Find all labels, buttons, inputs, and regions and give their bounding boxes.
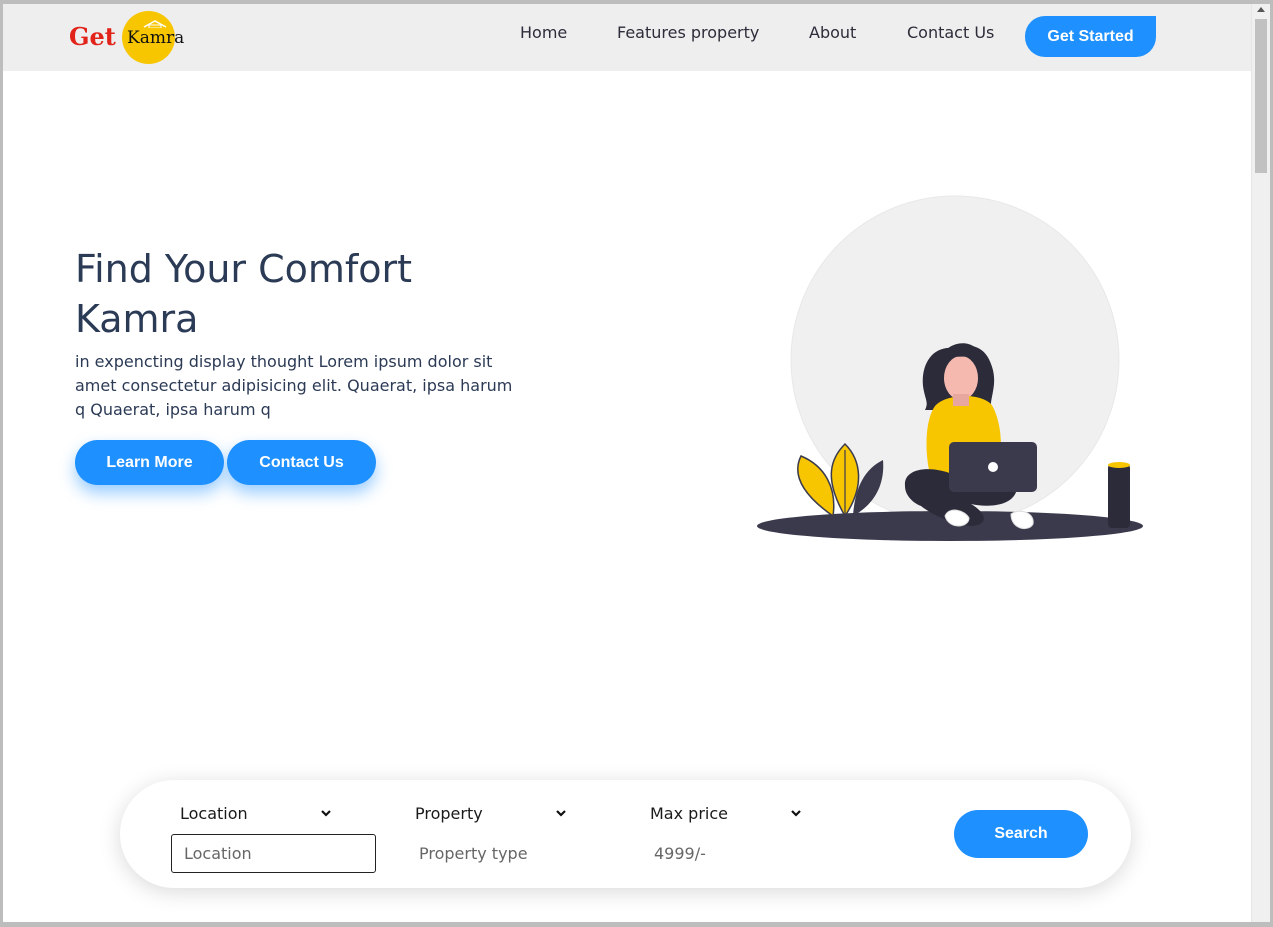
chevron-down-icon[interactable] (320, 808, 332, 818)
nav-features-property[interactable]: Features property (617, 23, 759, 42)
property-select[interactable]: Property (415, 804, 483, 823)
nav-contact-us[interactable]: Contact Us (907, 23, 994, 42)
nav-about[interactable]: About (809, 23, 856, 42)
woman-with-laptop-illustration (757, 195, 1143, 541)
nav-home[interactable]: Home (520, 23, 567, 42)
house-roof-icon (143, 20, 167, 28)
page-scrollbar[interactable] (1251, 4, 1270, 922)
max-price-select[interactable]: Max price (650, 804, 728, 823)
hero-title: Find Your Comfort Kamra (75, 247, 413, 341)
max-price-input[interactable] (650, 834, 855, 873)
logo-kamra-text: Kamra (127, 28, 185, 48)
search-button[interactable]: Search (954, 810, 1088, 858)
learn-more-button[interactable]: Learn More (75, 440, 224, 485)
get-started-button[interactable]: Get Started (1025, 16, 1156, 57)
scrollbar-thumb[interactable] (1255, 19, 1267, 173)
speaker-icon (1108, 464, 1130, 528)
property-search-bar: Location Property Max price Search (120, 780, 1131, 888)
hero-description: in expencting display thought Lorem ipsu… (75, 352, 513, 419)
hero-contact-us-button[interactable]: Contact Us (227, 440, 376, 485)
property-type-input[interactable] (415, 834, 620, 873)
scroll-up-arrow-icon[interactable] (1257, 7, 1265, 12)
leaf-icon (796, 455, 835, 518)
location-select[interactable]: Location (180, 804, 248, 823)
chevron-down-icon[interactable] (790, 808, 802, 818)
browser-window: Get Kamra Home Features property About C… (3, 4, 1270, 922)
navbar: Get Kamra Home Features property About C… (3, 4, 1251, 71)
location-input[interactable] (171, 834, 376, 873)
chevron-down-icon[interactable] (555, 808, 567, 818)
logo[interactable]: Get Kamra (69, 8, 187, 64)
logo-get-text: Get (69, 22, 116, 51)
